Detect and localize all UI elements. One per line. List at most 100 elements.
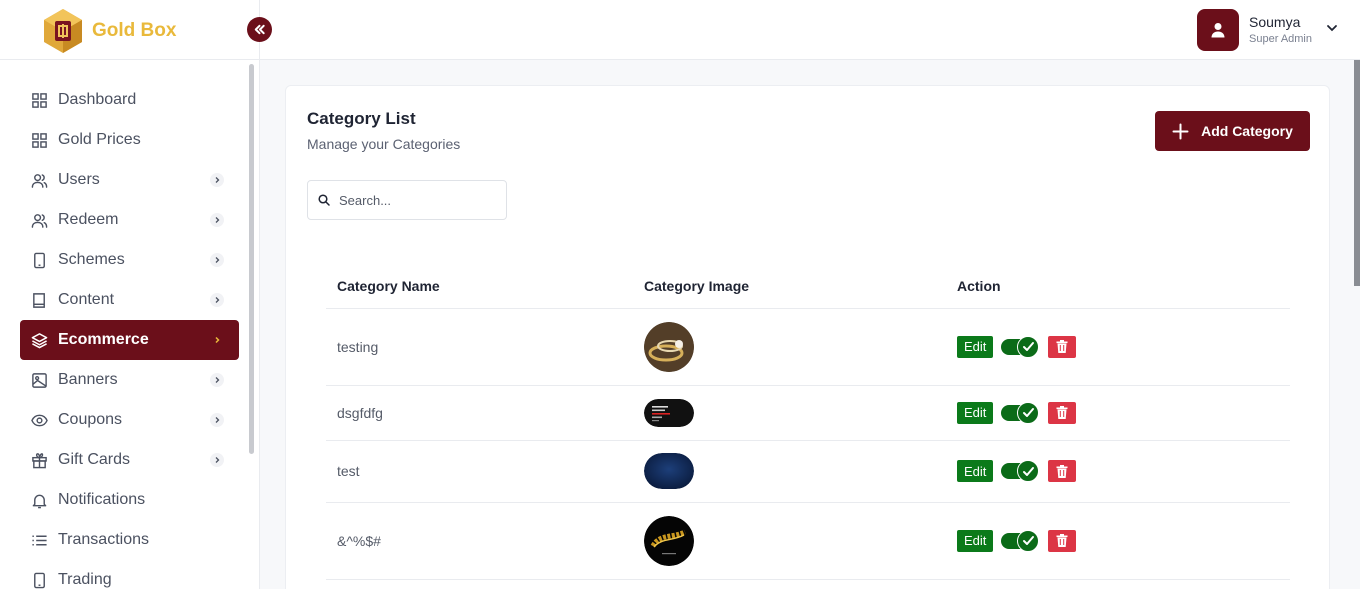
gold-box-logo-icon [44, 9, 82, 53]
category-image-cell [633, 385, 946, 441]
add-category-button[interactable]: Add Category [1155, 111, 1310, 151]
action-cell: Edit [946, 385, 1290, 441]
user-role: Super Admin [1249, 33, 1312, 45]
row-actions: Edit [957, 460, 1290, 482]
sidebar-item-gold-prices[interactable]: Gold Prices [20, 120, 239, 160]
search-icon [318, 194, 330, 206]
gold-chain-thumbnail [644, 515, 694, 566]
ring-photo-thumbnail [644, 321, 694, 372]
row-actions: Edit [957, 529, 1290, 552]
sidebar-item-label: Notifications [58, 491, 146, 508]
sidebar-item-label: Transactions [58, 531, 149, 548]
app-logo[interactable]: Gold Box [42, 8, 176, 54]
delete-button[interactable] [1048, 335, 1077, 358]
image-icon [31, 372, 48, 389]
sidebar-item-content[interactable]: Content [20, 280, 239, 320]
category-list-card: Category List Manage your Categories Add… [285, 85, 1330, 589]
delete-button[interactable] [1048, 401, 1077, 424]
sidebar-item-label: Banners [58, 371, 118, 388]
sidebar-item-label: Ecommerce [58, 331, 149, 348]
sidebar-item-gift-cards[interactable]: Gift Cards [20, 440, 239, 480]
sidebar-item-users[interactable]: Users [20, 160, 239, 200]
category-image-cell [633, 308, 946, 386]
category-image-cell [633, 440, 946, 503]
double-chevron-left-icon [254, 24, 265, 35]
sidebar-item-banners[interactable]: Banners [20, 360, 239, 400]
sidebar-item-redeem[interactable]: Redeem [20, 200, 239, 240]
layers-icon [31, 332, 48, 349]
table-row: dsgfdfg Edit [326, 385, 1290, 441]
user-icon [1211, 23, 1225, 38]
check-icon [1017, 401, 1040, 424]
trash-icon [1056, 340, 1068, 353]
sidebar-nav: Dashboard Gold Prices Users Redeem Schem… [20, 80, 239, 589]
trash-icon [1056, 406, 1068, 419]
sidebar-item-ecommerce[interactable]: Ecommerce [20, 320, 239, 360]
edit-button[interactable]: Edit [957, 529, 994, 552]
check-icon [1017, 529, 1040, 552]
page-subtitle: Manage your Categories [307, 136, 461, 152]
gift-icon [31, 452, 48, 469]
user-name: Soumya [1249, 14, 1301, 30]
sidebar-item-label: Users [58, 171, 100, 188]
main-scrollbar[interactable] [1354, 60, 1360, 286]
status-toggle[interactable] [1001, 460, 1040, 482]
chevron-right-icon [210, 253, 224, 267]
grid-icon [31, 92, 48, 109]
delete-button[interactable] [1048, 529, 1077, 552]
edit-button[interactable]: Edit [957, 335, 994, 358]
sidebar-item-transactions[interactable]: Transactions [20, 520, 239, 560]
chevron-right-icon [210, 173, 224, 187]
app-name: Gold Box [92, 20, 177, 41]
phone-icon [31, 572, 48, 589]
collapse-sidebar-button[interactable] [247, 17, 272, 42]
column-header-category-name[interactable]: Category Name [326, 265, 633, 309]
column-header-category-image[interactable]: Category Image [633, 265, 946, 309]
delete-button[interactable] [1048, 460, 1077, 482]
sidebar-item-schemes[interactable]: Schemes [20, 240, 239, 280]
sidebar-item-label: Gift Cards [58, 451, 131, 468]
user-menu[interactable]: Soumya Super Admin [1197, 9, 1338, 51]
users-icon [31, 212, 48, 229]
table-header-row: Category Name Category Image Action [326, 265, 1290, 309]
users-icon [31, 172, 48, 189]
logo-bar: Gold Box [0, 0, 259, 60]
trash-icon [1056, 464, 1068, 478]
sidebar-item-trading[interactable]: Trading [20, 560, 239, 589]
sidebar-item-label: Dashboard [58, 91, 137, 108]
sidebar-item-coupons[interactable]: Coupons [20, 400, 239, 440]
sidebar-item-dashboard[interactable]: Dashboard [20, 80, 239, 120]
page-title: Category List [307, 109, 416, 128]
chevron-right-icon [210, 293, 224, 307]
top-header: Soumya Super Admin [260, 0, 1360, 60]
table-row: testing Edit [326, 308, 1290, 386]
edit-button[interactable]: Edit [957, 401, 994, 424]
row-actions: Edit [957, 401, 1290, 424]
sidebar-scrollbar[interactable] [249, 64, 254, 454]
column-header-action: Action [946, 265, 1290, 309]
add-category-label: Add Category [1201, 123, 1293, 139]
sidebar-item-label: Gold Prices [58, 131, 141, 148]
chevron-down-icon[interactable] [1326, 21, 1338, 39]
category-name: test [326, 440, 633, 503]
search-input[interactable] [339, 192, 489, 208]
bell-icon [31, 492, 48, 509]
sidebar-item-notifications[interactable]: Notifications [20, 480, 239, 520]
status-toggle[interactable] [1001, 529, 1040, 552]
status-toggle[interactable] [1001, 335, 1040, 358]
sidebar-item-label: Content [58, 291, 115, 308]
category-name: &^%$# [326, 502, 633, 580]
action-cell: Edit [946, 502, 1290, 580]
category-name: testing [326, 308, 633, 386]
check-icon [1017, 335, 1040, 358]
chevron-right-icon [210, 213, 224, 227]
action-cell: Edit [946, 440, 1290, 503]
user-meta: Soumya Super Admin [1249, 13, 1312, 47]
sidebar: Gold Box Dashboard Gold Prices Users Red… [0, 0, 272, 589]
chevron-right-icon [210, 413, 224, 427]
edit-button[interactable]: Edit [957, 460, 994, 482]
status-toggle[interactable] [1001, 401, 1040, 424]
blue-gradient-thumbnail [644, 453, 694, 489]
avatar [1197, 9, 1240, 51]
category-image-cell [633, 502, 946, 580]
